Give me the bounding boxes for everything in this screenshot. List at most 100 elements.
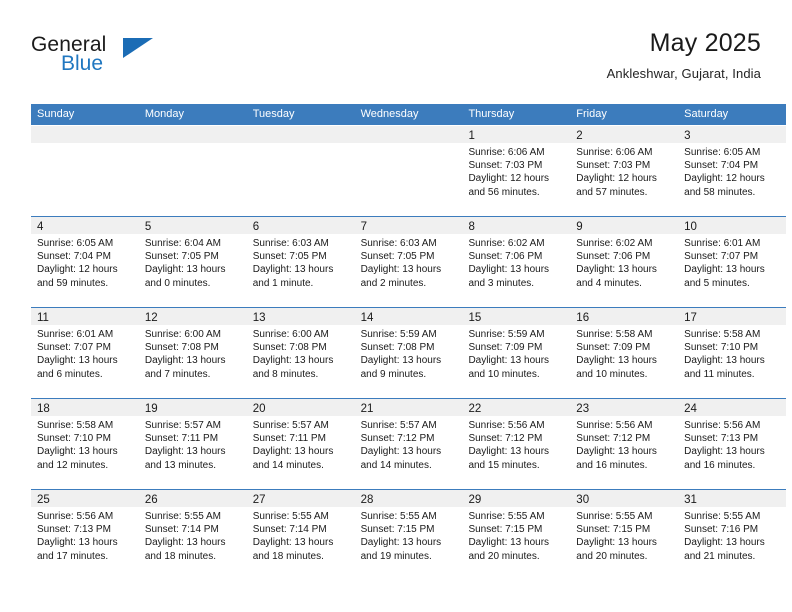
day-number: 25 [37, 494, 50, 506]
calendar-day-cell[interactable]: 23 Sunrise: 5:56 AM Sunset: 7:12 PM Dayligh… [570, 399, 679, 489]
calendar-day-cell[interactable]: 2 Sunrise: 6:06 AM Sunset: 7:03 PM Daylight… [570, 126, 679, 216]
day-sun-info: Sunrise: 5:56 AM Sunset: 7:12 PM Daylight:… [462, 416, 570, 472]
sunset-text: Sunset: 7:14 PM [144, 524, 219, 536]
daylight-text-line2: and 5 minutes. [684, 277, 750, 289]
weekday-header-row: Sunday Monday Tuesday Wednesday Thursday… [31, 104, 786, 125]
daylight-text-line1: Daylight: 13 hours [37, 355, 118, 367]
day-number: 11 [37, 312, 49, 324]
daylight-text-line1: Daylight: 13 hours [684, 446, 765, 458]
sunset-text: Sunset: 7:15 PM [576, 524, 651, 536]
calendar-day-cell[interactable]: 12 Sunrise: 6:00 AM Sunset: 7:08 PM Dayligh… [138, 308, 247, 398]
calendar-day-cell[interactable]: 26 Sunrise: 5:55 AM Sunset: 7:14 PM Dayligh… [138, 490, 247, 580]
calendar-day-cell[interactable]: 25 Sunrise: 5:56 AM Sunset: 7:13 PM Dayligh… [31, 490, 139, 580]
calendar-day-cell[interactable]: 8 Sunrise: 6:02 AM Sunset: 7:06 PM Daylight… [462, 217, 571, 307]
daylight-text-line2: and 18 minutes. [252, 550, 324, 562]
calendar-day-cell[interactable]: 30 Sunrise: 5:55 AM Sunset: 7:15 PM Dayligh… [570, 490, 679, 580]
calendar-grid: Sunday Monday Tuesday Wednesday Thursday… [31, 104, 787, 580]
day-sun-info: Sunrise: 5:56 AM Sunset: 7:12 PM Daylight:… [570, 416, 678, 472]
daylight-text-line2: and 2 minutes. [360, 277, 427, 289]
day-number-band: 12 [138, 308, 247, 325]
day-number-band [246, 126, 355, 143]
daylight-text-line1: Daylight: 13 hours [576, 264, 657, 276]
daylight-text-line1: Daylight: 13 hours [468, 264, 550, 276]
sunrise-text: Sunrise: 6:03 AM [360, 238, 437, 249]
sunrise-text: Sunrise: 5:55 AM [144, 511, 222, 522]
general-blue-logo: General Blue [31, 34, 201, 86]
day-number: 22 [468, 403, 482, 415]
sunset-text: Sunset: 7:06 PM [576, 251, 651, 263]
day-number-band [138, 126, 247, 143]
calendar-day-cell[interactable]: 19 Sunrise: 5:57 AM Sunset: 7:11 PM Dayligh… [138, 399, 247, 489]
day-number: 1 [468, 130, 475, 142]
calendar-day-cell[interactable]: 28 Sunrise: 5:55 AM Sunset: 7:15 PM Dayligh… [354, 490, 463, 580]
day-number: 30 [576, 494, 590, 506]
daylight-text-line1: Daylight: 13 hours [144, 446, 226, 458]
calendar-day-cell[interactable]: 16 Sunrise: 5:58 AM Sunset: 7:09 PM Dayligh… [570, 308, 679, 398]
calendar-day-cell[interactable]: 7 Sunrise: 6:03 AM Sunset: 7:05 PM Daylight… [354, 217, 463, 307]
calendar-day-cell[interactable]: 17 Sunrise: 5:58 AM Sunset: 7:10 PM Dayligh… [678, 308, 787, 398]
daylight-text-line2: and 10 minutes. [468, 368, 540, 380]
day-number: 24 [684, 403, 697, 415]
day-sun-info: Sunrise: 5:59 AM Sunset: 7:09 PM Daylight:… [462, 325, 570, 381]
day-sun-info: Sunrise: 5:56 AM Sunset: 7:13 PM Daylight:… [31, 507, 139, 563]
calendar-day-cell[interactable]: 6 Sunrise: 6:03 AM Sunset: 7:05 PM Daylight… [246, 217, 355, 307]
calendar-day-cell[interactable]: 20 Sunrise: 5:57 AM Sunset: 7:11 PM Dayligh… [246, 399, 355, 489]
calendar-day-cell[interactable]: 9 Sunrise: 6:02 AM Sunset: 7:06 PM Daylight… [570, 217, 679, 307]
daylight-text-line1: Daylight: 12 hours [684, 173, 765, 185]
daylight-text-line1: Daylight: 13 hours [144, 537, 226, 549]
calendar-day-cell[interactable]: 27 Sunrise: 5:55 AM Sunset: 7:14 PM Dayligh… [246, 490, 355, 580]
daylight-text-line2: and 0 minutes. [144, 277, 211, 289]
page-title: May 2025 [649, 29, 761, 57]
day-number: 16 [576, 312, 590, 324]
daylight-text-line2: and 13 minutes. [144, 459, 217, 471]
day-number: 23 [576, 403, 590, 415]
calendar-day-cell[interactable]: 13 Sunrise: 6:00 AM Sunset: 7:08 PM Dayligh… [246, 308, 355, 398]
day-sun-info: Sunrise: 5:58 AM Sunset: 7:10 PM Daylight:… [31, 416, 139, 472]
day-number: 4 [37, 221, 44, 233]
calendar-day-cell[interactable]: 29 Sunrise: 5:55 AM Sunset: 7:15 PM Dayligh… [462, 490, 571, 580]
daylight-text-line2: and 20 minutes. [468, 550, 540, 562]
sunrise-text: Sunrise: 5:56 AM [576, 420, 653, 431]
calendar-day-cell[interactable]: 1 Sunrise: 6:06 AM Sunset: 7:03 PM Daylight… [462, 126, 571, 216]
calendar-day-cell[interactable]: 3 Sunrise: 6:05 AM Sunset: 7:04 PM Daylight… [678, 126, 787, 216]
day-number-band: 14 [354, 308, 463, 325]
day-number: 13 [252, 312, 266, 324]
daylight-text-line2: and 3 minutes. [468, 277, 535, 289]
day-number-band: 3 [678, 126, 787, 143]
calendar-day-cell[interactable]: 31 Sunrise: 5:55 AM Sunset: 7:16 PM Dayligh… [678, 490, 787, 580]
calendar-day-cell[interactable]: 10 Sunrise: 6:01 AM Sunset: 7:07 PM Dayligh… [678, 217, 787, 307]
sunset-text: Sunset: 7:05 PM [252, 251, 327, 263]
day-number-band: 28 [354, 490, 463, 507]
sunrise-text: Sunrise: 6:06 AM [576, 147, 653, 158]
day-sun-info: Sunrise: 6:05 AM Sunset: 7:04 PM Daylight:… [678, 143, 786, 199]
sunset-text: Sunset: 7:07 PM [37, 342, 111, 354]
sunset-text: Sunset: 7:06 PM [468, 251, 543, 263]
calendar-day-cell[interactable]: 24 Sunrise: 5:56 AM Sunset: 7:13 PM Dayligh… [678, 399, 787, 489]
calendar-day-cell[interactable]: 18 Sunrise: 5:58 AM Sunset: 7:10 PM Dayligh… [31, 399, 139, 489]
daylight-text-line2: and 16 minutes. [576, 459, 648, 471]
calendar-day-cell[interactable]: 21 Sunrise: 5:57 AM Sunset: 7:12 PM Dayligh… [354, 399, 463, 489]
calendar-day-cell[interactable]: 11 Sunrise: 6:01 AM Sunset: 7:07 PM Dayligh… [31, 308, 139, 398]
daylight-text-line2: and 1 minute. [252, 277, 314, 289]
day-number-band: 7 [354, 217, 463, 234]
daylight-text-line1: Daylight: 12 hours [37, 264, 118, 276]
calendar-day-cell[interactable]: 22 Sunrise: 5:56 AM Sunset: 7:12 PM Dayligh… [462, 399, 571, 489]
sunrise-text: Sunrise: 6:06 AM [468, 147, 545, 158]
sunset-text: Sunset: 7:09 PM [576, 342, 651, 354]
sunrise-text: Sunrise: 6:02 AM [576, 238, 653, 249]
day-number: 19 [144, 403, 158, 415]
calendar-week-row: 1 Sunrise: 6:06 AM Sunset: 7:03 PM Daylight… [31, 125, 787, 216]
daylight-text-line1: Daylight: 13 hours [684, 264, 765, 276]
daylight-text-line2: and 59 minutes. [37, 277, 109, 289]
day-number: 8 [468, 221, 475, 233]
calendar-day-cell[interactable]: 14 Sunrise: 5:59 AM Sunset: 7:08 PM Dayligh… [354, 308, 463, 398]
day-number-band: 1 [462, 126, 571, 143]
calendar-day-cell[interactable]: 4 Sunrise: 6:05 AM Sunset: 7:04 PM Daylight… [31, 217, 139, 307]
day-number-band: 6 [246, 217, 355, 234]
day-sun-info: Sunrise: 6:06 AM Sunset: 7:03 PM Daylight:… [462, 143, 570, 199]
calendar-day-cell[interactable]: 15 Sunrise: 5:59 AM Sunset: 7:09 PM Dayligh… [462, 308, 571, 398]
sunrise-text: Sunrise: 5:57 AM [252, 420, 329, 431]
daylight-text-line2: and 57 minutes. [576, 186, 648, 198]
sunset-text: Sunset: 7:04 PM [684, 160, 759, 172]
calendar-day-cell[interactable]: 5 Sunrise: 6:04 AM Sunset: 7:05 PM Daylight… [138, 217, 247, 307]
